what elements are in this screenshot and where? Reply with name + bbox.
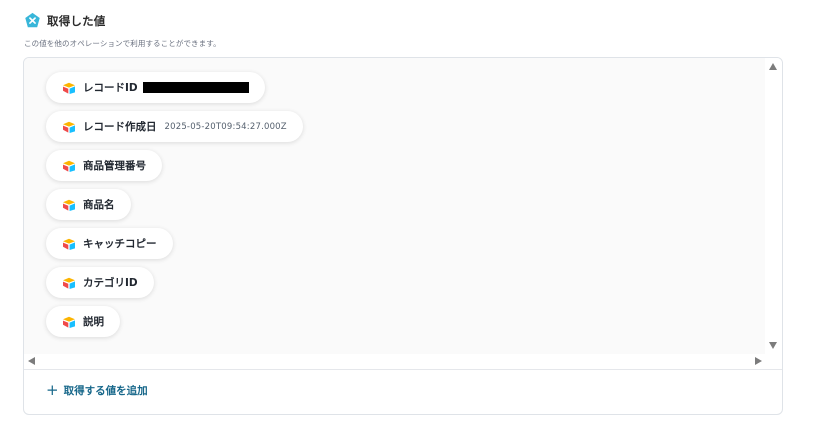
add-output-value-button[interactable]: + 取得する値を追加 [46, 383, 148, 398]
output-values-panel: レコードID レコード作成日 2025-05-20T09:54:27.000Z … [23, 57, 783, 415]
scroll-left-arrow-icon[interactable] [28, 357, 35, 365]
redacted-value [142, 82, 249, 93]
output-value-label: キャッチコピー [83, 238, 157, 250]
output-value-catchcopy[interactable]: キャッチコピー [46, 228, 173, 259]
airtable-icon [63, 277, 75, 289]
add-output-value-label: 取得する値を追加 [63, 385, 148, 397]
section-title: 取得した値 [47, 13, 106, 28]
output-value-label: レコードID [83, 82, 138, 94]
vertical-scrollbar[interactable] [765, 58, 782, 354]
output-values-list: レコードID レコード作成日 2025-05-20T09:54:27.000Z … [24, 58, 767, 354]
output-value-sample: 2025-05-20T09:54:27.000Z [164, 121, 287, 132]
airtable-icon [63, 316, 75, 328]
section-header: 取得した値 [24, 12, 106, 29]
output-value-label: レコード作成日 [83, 121, 157, 133]
output-value-record-id[interactable]: レコードID [46, 72, 265, 103]
horizontal-scrollbar[interactable] [24, 354, 767, 369]
airtable-icon [63, 199, 75, 211]
output-value-label: 説明 [83, 316, 104, 328]
output-value-label: カテゴリID [83, 277, 138, 289]
airtable-icon [63, 160, 75, 172]
output-value-label: 商品管理番号 [83, 160, 146, 172]
plus-icon: + [46, 381, 59, 399]
airtable-icon [63, 121, 75, 133]
airtable-icon [63, 238, 75, 250]
scroll-up-arrow-icon[interactable] [769, 63, 777, 70]
section-subtitle: この値を他のオペレーションで利用することができます。 [24, 39, 221, 48]
scroll-down-arrow-icon[interactable] [769, 342, 777, 349]
output-value-description[interactable]: 説明 [46, 306, 120, 337]
output-value-record-created[interactable]: レコード作成日 2025-05-20T09:54:27.000Z [46, 111, 303, 142]
yoom-x-icon [25, 12, 40, 28]
divider [24, 369, 782, 370]
output-value-label: 商品名 [83, 199, 115, 211]
output-value-product-name[interactable]: 商品名 [46, 189, 131, 220]
airtable-icon [63, 82, 75, 94]
output-value-category-id[interactable]: カテゴリID [46, 267, 154, 298]
output-value-product-code[interactable]: 商品管理番号 [46, 150, 162, 181]
scroll-right-arrow-icon[interactable] [755, 357, 762, 365]
